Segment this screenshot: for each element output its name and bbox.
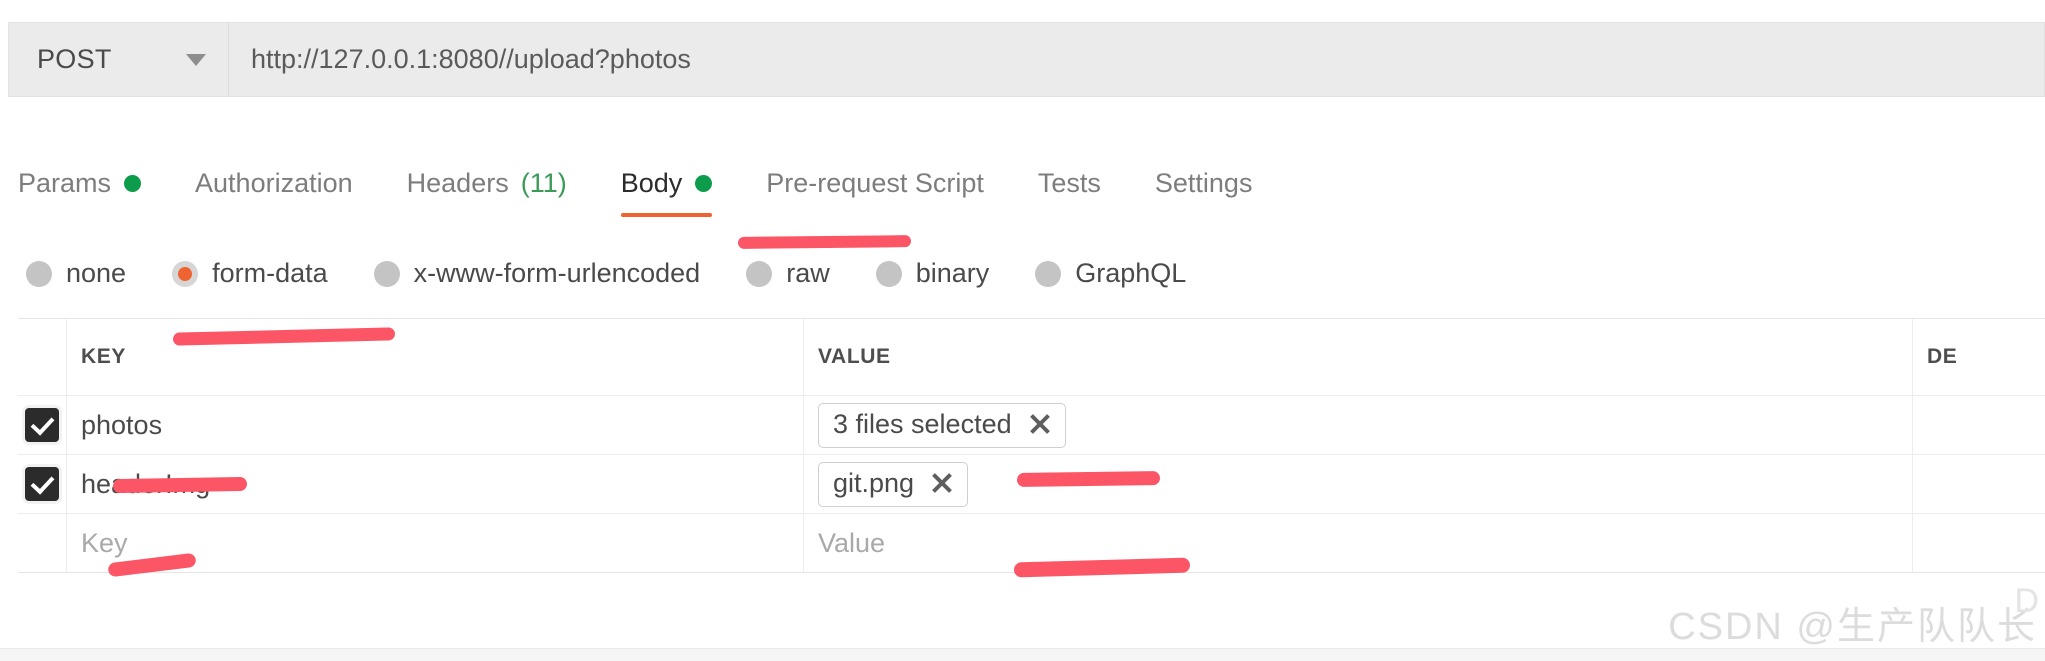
empty-row-value-cell[interactable]: Value xyxy=(804,514,1913,572)
radio-binary[interactable]: binary xyxy=(875,258,990,289)
empty-row-key-cell[interactable]: Key xyxy=(67,514,804,572)
row-description-cell[interactable] xyxy=(1913,396,2045,454)
tab-headers-label: Headers xyxy=(406,168,509,198)
empty-row-checkbox-cell xyxy=(18,514,67,572)
header-cell-key: KEY xyxy=(67,319,804,395)
headers-count-badge: (11) xyxy=(520,168,567,198)
radio-raw[interactable]: raw xyxy=(746,258,830,289)
bottom-strip xyxy=(0,648,2045,661)
request-tabs: Params Authorization Headers (11) Body P… xyxy=(18,168,1252,217)
header-cell-checkbox xyxy=(18,319,67,395)
radio-binary-icon xyxy=(875,260,902,287)
row-checkbox-cell xyxy=(18,455,67,513)
close-icon[interactable] xyxy=(1028,412,1052,436)
radio-none[interactable]: none xyxy=(26,258,126,289)
file-chip-photos-label: 3 files selected xyxy=(833,408,1012,439)
key-input-placeholder: Key xyxy=(81,527,128,558)
row-description-cell[interactable] xyxy=(1913,455,2045,513)
header-cell-value: VALUE xyxy=(804,319,1913,395)
tab-authorization-label: Authorization xyxy=(195,168,353,198)
active-tab-underline xyxy=(620,213,713,217)
empty-row-description-cell[interactable] xyxy=(1913,514,2045,572)
radio-graphql-icon xyxy=(1035,260,1062,287)
file-chip-headerimg[interactable]: git.png xyxy=(818,461,969,507)
row-key-photos: photos xyxy=(81,409,163,440)
tab-tests[interactable]: Tests xyxy=(1038,168,1101,217)
row-checkbox-photos[interactable] xyxy=(25,408,59,442)
http-method-label: POST xyxy=(37,44,112,74)
radio-x-www-form-urlencoded-icon xyxy=(373,260,400,287)
tab-body-label: Body xyxy=(620,168,683,198)
tab-settings-label: Settings xyxy=(1154,168,1253,198)
value-input-placeholder: Value xyxy=(818,527,886,558)
tab-params-label: Params xyxy=(18,168,112,198)
tab-params[interactable]: Params xyxy=(18,168,142,217)
http-method-select[interactable]: POST xyxy=(9,23,229,96)
annotation-mark-body-tab xyxy=(737,235,912,249)
column-header-description: DE xyxy=(1927,345,1958,368)
radio-raw-icon xyxy=(746,260,773,287)
params-status-dot xyxy=(124,175,142,192)
row-checkbox-cell xyxy=(18,396,67,454)
row-value-cell[interactable]: 3 files selected xyxy=(804,396,1913,454)
row-checkbox-headerimg[interactable] xyxy=(25,467,59,501)
body-type-radio-group: none form-data x-www-form-urlencoded raw… xyxy=(26,258,1186,289)
row-key-headerimg: headerImg xyxy=(81,468,211,499)
tab-authorization[interactable]: Authorization xyxy=(195,168,353,217)
file-chip-headerimg-label: git.png xyxy=(833,467,915,498)
row-value-cell[interactable]: git.png xyxy=(804,455,1913,513)
radio-form-data[interactable]: form-data xyxy=(172,258,328,289)
request-url-input[interactable]: http://127.0.0.1:8080//upload?photos xyxy=(229,23,2044,96)
tab-pre-request-script-label: Pre-request Script xyxy=(766,168,984,198)
row-key-cell[interactable]: headerImg xyxy=(67,455,804,513)
radio-binary-label: binary xyxy=(915,258,990,288)
table-header-row: KEY VALUE DE xyxy=(18,319,2045,396)
close-icon[interactable] xyxy=(930,471,954,495)
column-header-key: KEY xyxy=(81,345,126,368)
tab-body[interactable]: Body xyxy=(620,168,713,217)
chevron-down-icon xyxy=(186,53,206,66)
table-empty-row: Key Value xyxy=(18,514,2045,572)
tab-headers[interactable]: Headers (11) xyxy=(407,168,567,217)
tab-pre-request-script[interactable]: Pre-request Script xyxy=(766,168,984,217)
radio-x-www-form-urlencoded[interactable]: x-www-form-urlencoded xyxy=(373,258,701,289)
form-data-table: KEY VALUE DE photos 3 files selected hea… xyxy=(18,318,2045,573)
tab-tests-label: Tests xyxy=(1037,168,1101,198)
radio-graphql-label: GraphQL xyxy=(1075,258,1187,288)
file-chip-photos[interactable]: 3 files selected xyxy=(818,402,1066,448)
header-cell-description: DE xyxy=(1913,319,2045,395)
request-url-bar: POST http://127.0.0.1:8080//upload?photo… xyxy=(8,22,2045,97)
table-row: headerImg git.png xyxy=(18,455,2045,514)
body-status-dot xyxy=(695,175,713,192)
radio-graphql[interactable]: GraphQL xyxy=(1035,258,1186,289)
radio-raw-label: raw xyxy=(786,258,830,288)
radio-form-data-icon xyxy=(172,260,199,287)
watermark-corner-letter: D xyxy=(2014,582,2039,620)
radio-none-icon xyxy=(26,260,52,287)
csdn-watermark: CSDN @生产队队长 xyxy=(1668,606,2037,648)
column-header-value: VALUE xyxy=(818,345,891,368)
radio-x-www-form-urlencoded-label: x-www-form-urlencoded xyxy=(413,258,701,288)
radio-none-label: none xyxy=(66,258,127,288)
tab-settings[interactable]: Settings xyxy=(1155,168,1253,217)
row-key-cell[interactable]: photos xyxy=(67,396,804,454)
radio-form-data-label: form-data xyxy=(212,258,328,288)
table-row: photos 3 files selected xyxy=(18,396,2045,455)
